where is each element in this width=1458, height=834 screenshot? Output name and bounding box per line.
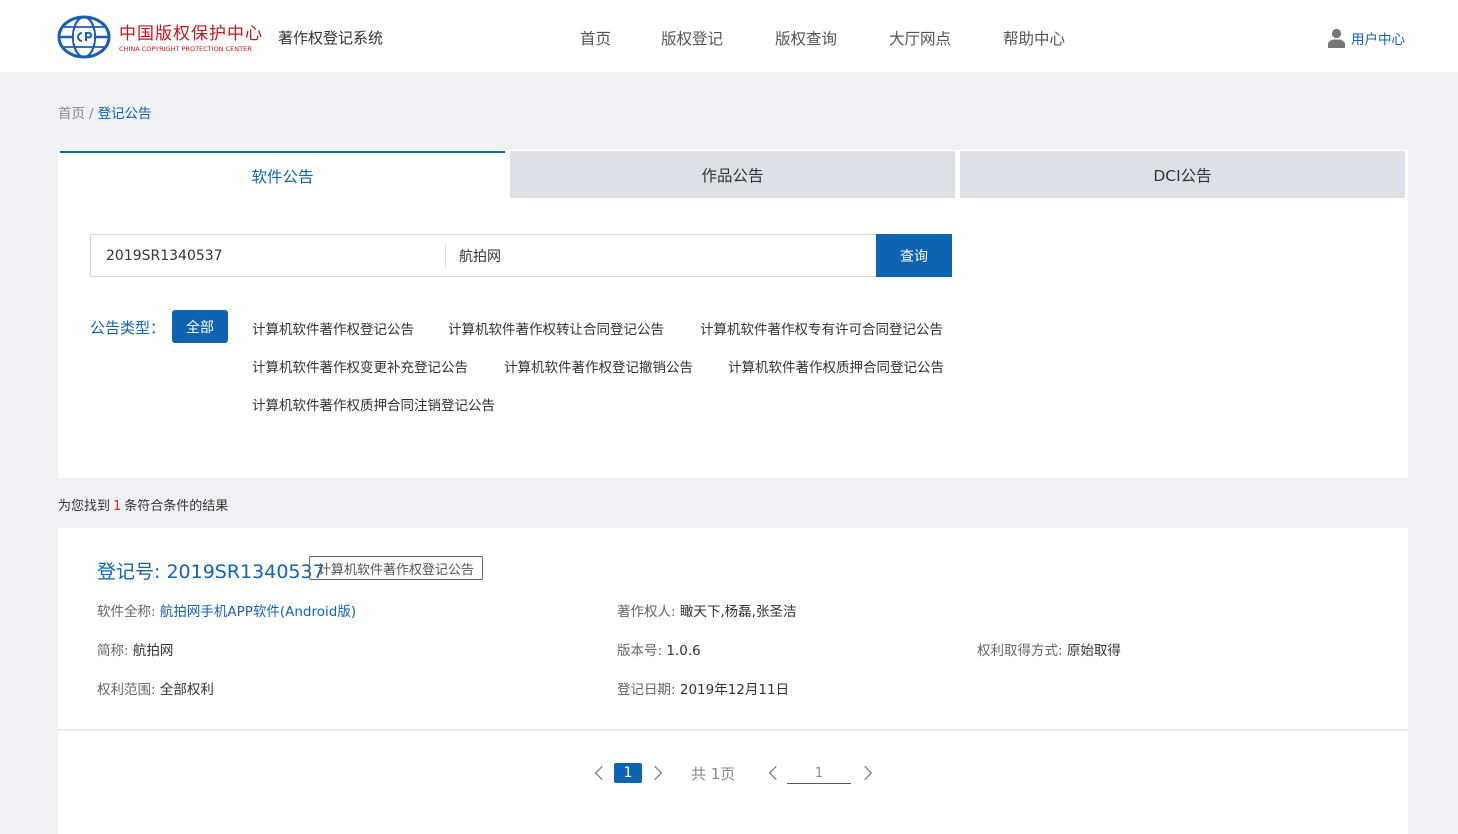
filter-registration[interactable]: 计算机软件著作权登记公告	[252, 318, 414, 338]
tab-dci-announcement[interactable]: DCI公告	[960, 151, 1405, 198]
result-count: 为您找到 1 条符合条件的结果	[58, 495, 228, 514]
page-jump-input[interactable]	[787, 764, 851, 784]
nav-home[interactable]: 首页	[580, 27, 611, 49]
field-short-name: 简称: 航拍网	[97, 639, 173, 659]
filter-pledge-contract[interactable]: 计算机软件著作权质押合同登记公告	[728, 356, 944, 376]
user-icon	[1328, 28, 1345, 48]
field-acquire-method-key: 权利取得方式:	[977, 643, 1063, 659]
field-registration-date: 登记日期: 2019年12月11日	[617, 678, 789, 698]
logo-english-text: CHINA COPYRIGHT PROTECTION CENTER	[119, 45, 252, 53]
total-pages-label: 共 1页	[691, 765, 736, 783]
user-center-link[interactable]: 用户中心	[1327, 27, 1405, 49]
field-registration-date-key: 登记日期:	[617, 682, 676, 698]
jump-next-icon[interactable]	[857, 765, 873, 781]
field-version-key: 版本号:	[617, 643, 663, 659]
tab-works-announcement[interactable]: 作品公告	[510, 151, 955, 198]
field-short-name-key: 简称:	[97, 643, 129, 659]
cpcc-logo[interactable]: 中国版权保护中心 CHINA COPYRIGHT PROTECTION CENT…	[57, 15, 262, 60]
field-acquire-method-value: 原始取得	[1066, 643, 1121, 659]
result-card: 登记号: 2019SR1340537 计算机软件著作权登记公告 软件全称: 航拍…	[58, 528, 1408, 730]
filter-change-supplement[interactable]: 计算机软件著作权变更补充登记公告	[252, 356, 468, 376]
field-version: 版本号: 1.0.6	[617, 639, 701, 659]
field-full-name-key: 软件全称:	[97, 604, 156, 620]
search-panel: 软件公告 作品公告 DCI公告 查询 公告类型： 全部 计算机软件著作权登记公告…	[58, 150, 1408, 478]
field-owner-value: 瞰天下,杨磊,张圣洁	[679, 604, 797, 620]
filter-revocation[interactable]: 计算机软件著作权登记撤销公告	[504, 356, 693, 376]
user-center-label: 用户中心	[1351, 32, 1405, 48]
field-owner: 著作权人: 瞰天下,杨磊,张圣洁	[617, 600, 796, 620]
result-count-prefix: 为您找到	[58, 499, 111, 514]
registration-number[interactable]: 登记号: 2019SR1340537	[97, 557, 325, 584]
field-full-name: 软件全称: 航拍网手机APP软件(Android版)	[97, 600, 356, 620]
filter-all-button[interactable]: 全部	[172, 310, 228, 343]
search-button[interactable]: 查询	[876, 234, 952, 277]
pagination: 1 共 1页	[58, 731, 1408, 834]
cpcc-globe-icon	[57, 15, 111, 59]
breadcrumb-separator: /	[89, 106, 94, 122]
filter-transfer-contract[interactable]: 计算机软件著作权转让合同登记公告	[448, 318, 664, 338]
top-header: 中国版权保护中心 CHINA COPYRIGHT PROTECTION CENT…	[0, 0, 1458, 72]
field-version-value: 1.0.6	[666, 643, 701, 659]
breadcrumb: 首页 / 登记公告	[58, 102, 152, 122]
next-page-icon[interactable]	[647, 765, 663, 781]
field-short-name-value: 航拍网	[132, 643, 174, 659]
filter-pledge-cancellation[interactable]: 计算机软件著作权质押合同注销登记公告	[252, 394, 495, 414]
system-title: 著作权登记系统	[278, 29, 384, 47]
logo-chinese-text: 中国版权保护中心	[119, 24, 263, 44]
breadcrumb-current: 登记公告	[97, 106, 152, 122]
jump-prev-icon[interactable]	[768, 765, 784, 781]
field-rights-scope: 权利范围: 全部权利	[97, 678, 214, 698]
field-rights-scope-value: 全部权利	[159, 682, 214, 698]
result-count-number: 1	[113, 499, 122, 514]
field-registration-date-value: 2019年12月11日	[679, 682, 790, 698]
breadcrumb-home[interactable]: 首页	[58, 106, 85, 122]
announcement-type-label: 公告类型：	[90, 319, 166, 337]
nav-copyright-registration[interactable]: 版权登记	[661, 27, 723, 49]
search-box	[90, 234, 952, 277]
field-full-name-value[interactable]: 航拍网手机APP软件(Android版)	[160, 604, 356, 620]
registration-number-input[interactable]	[91, 235, 445, 276]
field-owner-key: 著作权人:	[617, 604, 676, 620]
prev-page-icon[interactable]	[594, 765, 610, 781]
field-acquire-method: 权利取得方式: 原始取得	[977, 639, 1121, 659]
software-name-input[interactable]	[446, 235, 876, 276]
filter-exclusive-license[interactable]: 计算机软件著作权专有许可合同登记公告	[700, 318, 943, 338]
nav-service-halls[interactable]: 大厅网点	[889, 27, 951, 49]
result-count-suffix: 条符合条件的结果	[124, 499, 229, 514]
current-page-number[interactable]: 1	[614, 763, 642, 783]
nav-copyright-query[interactable]: 版权查询	[775, 27, 837, 49]
announcement-type-badge: 计算机软件著作权登记公告	[309, 556, 484, 580]
tab-software-announcement[interactable]: 软件公告	[60, 151, 505, 198]
field-rights-scope-key: 权利范围:	[97, 682, 156, 698]
nav-help-center[interactable]: 帮助中心	[1003, 27, 1065, 49]
